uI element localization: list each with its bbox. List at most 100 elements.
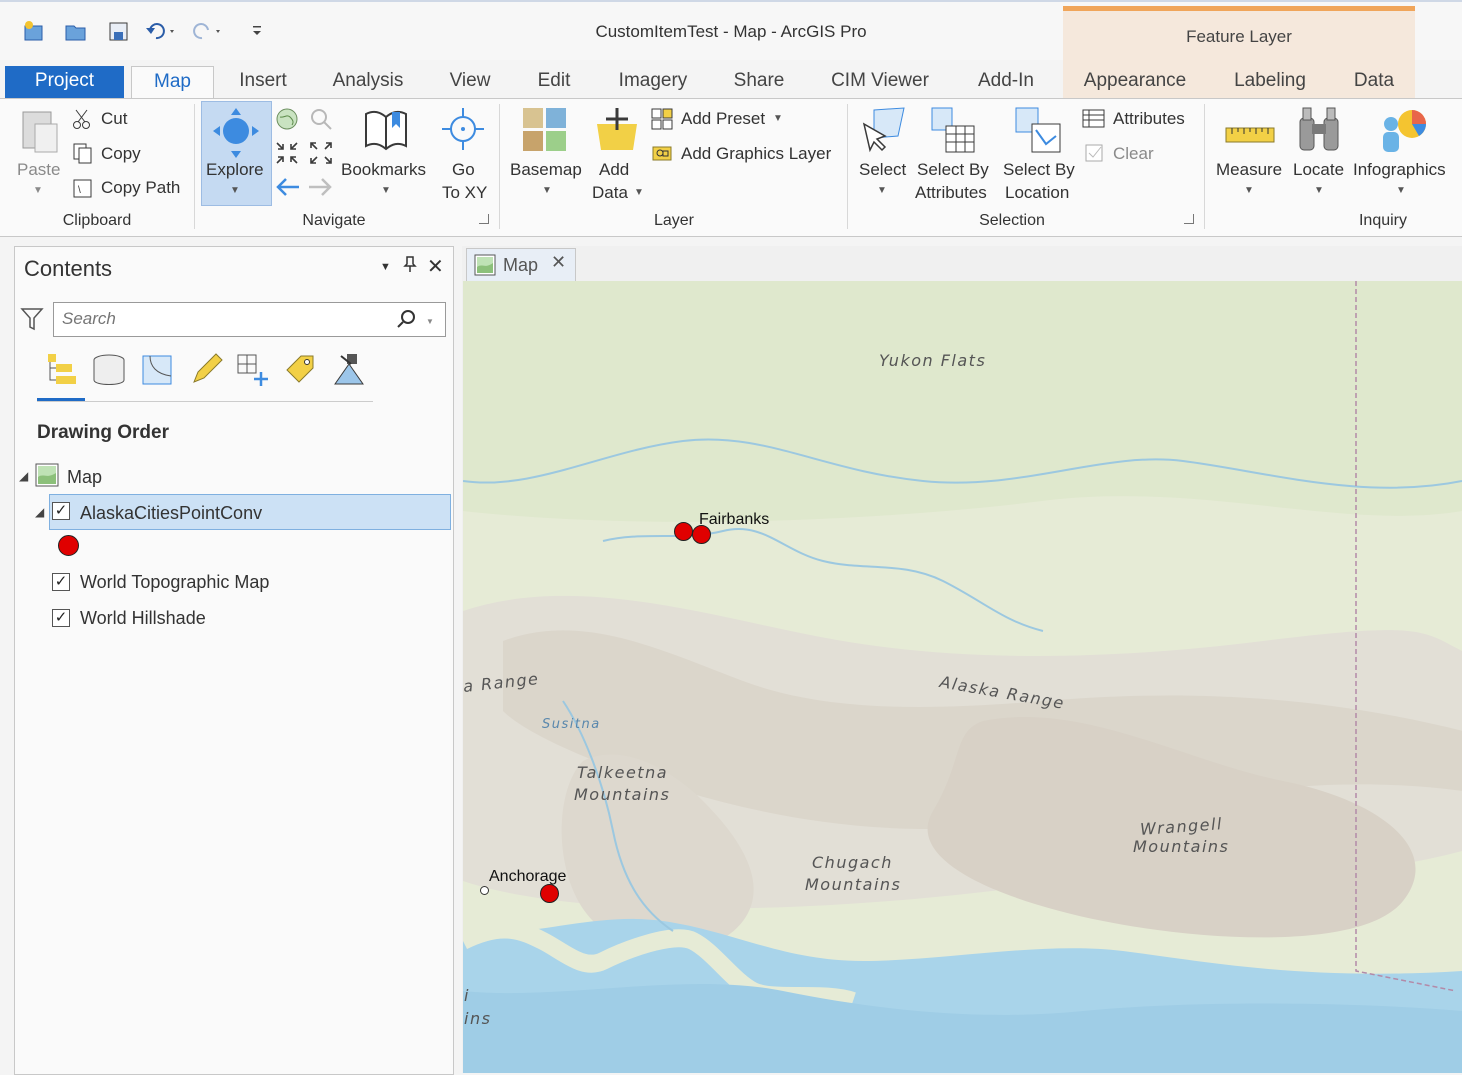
hillshade-visibility-checkbox[interactable]: ✓ bbox=[52, 609, 70, 627]
clear-selection-icon bbox=[1085, 144, 1103, 162]
map-view-tab[interactable]: Map ✕ bbox=[466, 248, 576, 281]
tab-edit[interactable]: Edit bbox=[526, 66, 582, 98]
select-by-attributes-button[interactable]: Select By Attributes bbox=[914, 104, 994, 202]
tab-cim-viewer[interactable]: CIM Viewer bbox=[820, 66, 940, 98]
point-symbol-swatch[interactable] bbox=[58, 535, 79, 556]
tab-appearance[interactable]: Appearance bbox=[1072, 66, 1198, 98]
selection-launcher-icon[interactable] bbox=[1184, 214, 1194, 224]
list-by-perspective-imagery-tab[interactable] bbox=[331, 352, 367, 388]
topo-layer-name[interactable]: World Topographic Map bbox=[80, 572, 269, 593]
cut-button[interactable]: Cut bbox=[72, 106, 172, 132]
drawing-order-heading: Drawing Order bbox=[37, 422, 169, 443]
tab-add-in[interactable]: Add-In bbox=[964, 66, 1048, 98]
collapse-layer-icon[interactable]: ◢ bbox=[35, 505, 44, 519]
select-by-location-label-2: Location bbox=[1005, 183, 1070, 202]
list-by-data-source-tab[interactable] bbox=[91, 352, 127, 388]
inquiry-group-label: Inquiry bbox=[1358, 212, 1408, 229]
tab-map[interactable]: Map bbox=[131, 66, 214, 100]
list-by-selection-tab[interactable] bbox=[140, 352, 176, 388]
attributes-button[interactable]: Attributes bbox=[1082, 106, 1198, 132]
tab-project[interactable]: Project bbox=[5, 66, 124, 98]
select-by-attributes-label-2: Attributes bbox=[915, 183, 987, 202]
add-preset-button[interactable]: Add Preset ▼ bbox=[650, 106, 790, 132]
undo-icon[interactable] bbox=[144, 20, 174, 44]
list-by-labeling-tab[interactable] bbox=[283, 352, 319, 388]
attributes-label: Attributes bbox=[1113, 109, 1185, 128]
select-by-location-label-1: Select By bbox=[1003, 160, 1075, 179]
clear-selection-button[interactable]: Clear bbox=[1082, 141, 1162, 167]
city-point-anchorage[interactable] bbox=[540, 884, 559, 903]
previous-extent-button[interactable] bbox=[308, 106, 334, 132]
new-project-icon[interactable] bbox=[21, 20, 47, 44]
add-data-icon bbox=[597, 108, 637, 150]
hillshade-layer-name[interactable]: World Hillshade bbox=[80, 608, 206, 629]
close-map-tab-icon[interactable]: ✕ bbox=[551, 252, 566, 273]
close-pane-icon[interactable]: ✕ bbox=[427, 254, 444, 279]
forward-button[interactable] bbox=[306, 174, 334, 200]
basemap-button[interactable]: Basemap ▼ bbox=[506, 104, 586, 202]
tab-imagery[interactable]: Imagery bbox=[606, 66, 700, 98]
list-by-editing-tab[interactable] bbox=[188, 352, 224, 388]
pane-options-dropdown-icon[interactable]: ▼ bbox=[380, 261, 391, 273]
paste-dropdown-icon: ▼ bbox=[33, 185, 43, 196]
open-project-icon[interactable] bbox=[63, 20, 89, 44]
collapse-map-icon[interactable]: ◢ bbox=[19, 469, 28, 483]
tab-labeling[interactable]: Labeling bbox=[1222, 66, 1318, 98]
map-label-susitna: Susitna bbox=[542, 717, 601, 732]
city-point-fairbanks-a[interactable] bbox=[674, 522, 693, 541]
select-by-location-button[interactable]: Select By Location bbox=[1000, 104, 1080, 202]
go-to-xy-label-2: To XY bbox=[442, 183, 488, 202]
redo-icon[interactable] bbox=[190, 20, 220, 44]
explore-button[interactable]: Explore ▼ bbox=[201, 101, 272, 206]
back-button[interactable] bbox=[274, 174, 302, 200]
search-icon[interactable] bbox=[396, 309, 416, 334]
copy-path-button[interactable]: \ Copy Path bbox=[72, 175, 186, 201]
go-to-xy-button[interactable]: Go To XY bbox=[437, 104, 489, 202]
explore-label: Explore bbox=[206, 160, 264, 179]
filter-icon[interactable] bbox=[20, 306, 44, 337]
topo-visibility-checkbox[interactable]: ✓ bbox=[52, 573, 70, 591]
tab-insert[interactable]: Insert bbox=[226, 66, 300, 98]
tab-view[interactable]: View bbox=[440, 66, 500, 98]
map-canvas[interactable]: Yukon Flats a Range Alaska Range Susitna… bbox=[463, 281, 1462, 1073]
list-by-drawing-order-tab[interactable] bbox=[44, 352, 80, 388]
save-project-icon[interactable] bbox=[106, 20, 132, 44]
contents-search-input[interactable] bbox=[54, 303, 390, 334]
add-data-button[interactable]: Add Data ▼ bbox=[592, 104, 646, 202]
select-dropdown-icon: ▼ bbox=[877, 185, 887, 196]
map-label-wrangell-2: Mountains bbox=[1133, 837, 1230, 856]
add-graphics-layer-button[interactable]: Add Graphics Layer bbox=[650, 141, 840, 167]
tab-share[interactable]: Share bbox=[724, 66, 794, 98]
map-node-icon bbox=[35, 463, 59, 492]
basemap-label: Basemap bbox=[510, 160, 582, 179]
copy-icon bbox=[73, 143, 92, 164]
customize-icon[interactable] bbox=[244, 20, 270, 44]
copy-button[interactable]: Copy bbox=[72, 141, 172, 167]
navigate-launcher-icon[interactable] bbox=[479, 214, 489, 224]
paste-label: Paste bbox=[17, 160, 61, 179]
arrow-left-icon bbox=[276, 178, 299, 196]
select-button[interactable]: Select ▼ bbox=[856, 104, 908, 202]
bookmarks-button[interactable]: Bookmarks ▼ bbox=[340, 104, 432, 200]
list-by-snapping-tab[interactable] bbox=[235, 352, 271, 388]
layer-name[interactable]: AlaskaCitiesPointConv bbox=[80, 503, 262, 524]
fixed-zoom-in-button[interactable] bbox=[274, 140, 300, 166]
full-extent-button[interactable] bbox=[274, 106, 300, 132]
search-options-dropdown-icon[interactable]: ▼ bbox=[426, 317, 434, 326]
pin-icon[interactable] bbox=[403, 255, 417, 278]
locate-button[interactable]: Locate ▼ bbox=[1290, 104, 1348, 202]
measure-button[interactable]: Measure ▼ bbox=[1212, 104, 1288, 202]
database-icon bbox=[93, 354, 125, 385]
paste-button[interactable]: Paste ▼ bbox=[16, 104, 62, 200]
layer-visibility-checkbox[interactable]: ✓ bbox=[52, 502, 70, 520]
fixed-zoom-out-button[interactable] bbox=[308, 140, 334, 166]
graphics-layer-icon bbox=[652, 146, 672, 161]
select-by-location-icon bbox=[1015, 107, 1061, 153]
clear-label: Clear bbox=[1113, 144, 1154, 163]
infographics-button[interactable]: Infographics ▼ bbox=[1352, 104, 1456, 202]
tab-analysis[interactable]: Analysis bbox=[322, 66, 414, 98]
search-field[interactable]: ▼ bbox=[53, 302, 446, 337]
map-node-label[interactable]: Map bbox=[67, 467, 102, 488]
tab-data[interactable]: Data bbox=[1344, 66, 1404, 98]
arrow-right-icon bbox=[309, 178, 332, 196]
